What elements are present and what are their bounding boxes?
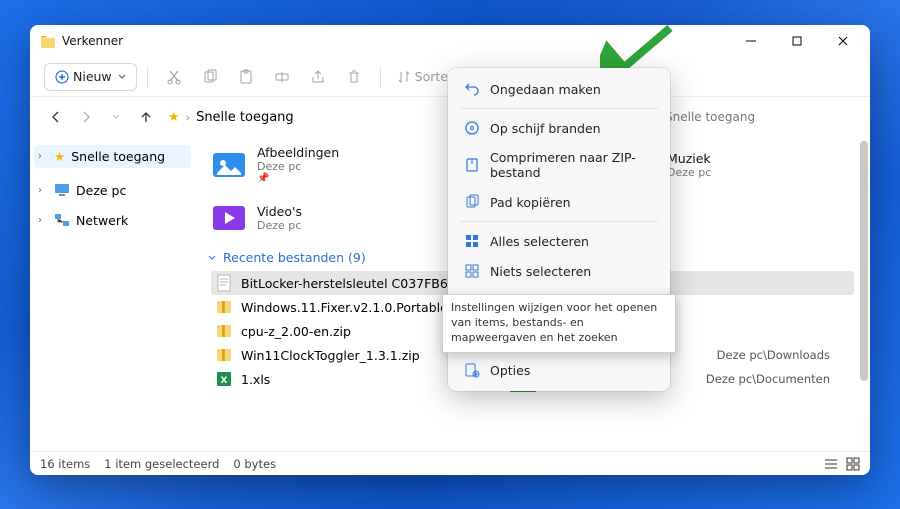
ctx-label: Opties: [490, 363, 530, 378]
context-menu: Ongedaan maken Op schijf branden Comprim…: [448, 68, 670, 391]
separator: [147, 67, 148, 87]
back-button[interactable]: [44, 105, 68, 129]
excel-file-icon: X: [215, 370, 233, 388]
status-selected: 1 item geselecteerd: [104, 457, 219, 471]
pin-icon: 📌: [257, 173, 339, 184]
pictures-folder-icon: [211, 147, 247, 183]
svg-text:X: X: [221, 376, 228, 386]
ctx-burn[interactable]: Op schijf branden: [454, 113, 664, 143]
ctx-label: Ongedaan maken: [490, 82, 601, 97]
zip-file-icon: [215, 298, 233, 316]
tooltip: Instellingen wijzigen voor het openen va…: [442, 294, 676, 353]
ctx-copy-path[interactable]: Pad kopiëren: [454, 187, 664, 217]
recent-button[interactable]: [104, 105, 128, 129]
folder-tile[interactable]: Afbeeldingen Deze pc 📌: [211, 145, 391, 184]
titlebar: Verkenner: [30, 25, 870, 57]
folder-name: Afbeeldingen: [257, 145, 339, 160]
folder-sub: Deze pc: [257, 160, 339, 173]
forward-button[interactable]: [74, 105, 98, 129]
close-button[interactable]: [820, 25, 866, 57]
star-icon: ★: [54, 149, 65, 164]
tiles-view-icon[interactable]: [846, 457, 860, 471]
ctx-label: Op schijf branden: [490, 121, 601, 136]
scrollbar[interactable]: [858, 137, 868, 451]
chevron-down-icon: [207, 253, 217, 263]
select-none-icon: [464, 263, 480, 279]
file-name: cpu-z_2.00-en.zip: [241, 324, 351, 339]
ctx-label: Niets selecteren: [490, 264, 591, 279]
folder-name: Video's: [257, 204, 302, 219]
sidebar-item-label: Deze pc: [76, 183, 126, 198]
chevron-right-icon[interactable]: ›: [38, 215, 42, 226]
sidebar-item-quick-access[interactable]: › ★ Snelle toegang: [34, 145, 191, 168]
tooltip-text: Instellingen wijzigen voor het openen va…: [451, 301, 657, 344]
status-size: 0 bytes: [233, 457, 276, 471]
chevron-right-icon[interactable]: ›: [38, 185, 42, 196]
chevron-right-icon[interactable]: ›: [38, 151, 42, 162]
options-icon: [464, 362, 480, 378]
text-file-icon: [215, 274, 233, 292]
zip-file-icon: [215, 346, 233, 364]
file-name: 1.xls: [241, 372, 270, 387]
folder-tile[interactable]: Video's Deze pc: [211, 200, 391, 236]
separator: [460, 221, 658, 222]
minimize-button[interactable]: [728, 25, 774, 57]
zip-file-icon: [215, 322, 233, 340]
copy-button[interactable]: [194, 63, 226, 91]
undo-icon: [464, 81, 480, 97]
folder-name: Muziek: [667, 151, 711, 166]
sidebar-item-label: Snelle toegang: [71, 149, 165, 164]
explorer-icon: [40, 33, 56, 49]
separator: [460, 108, 658, 109]
network-icon: [54, 212, 70, 228]
rename-button[interactable]: [266, 63, 298, 91]
sidebar-item-label: Netwerk: [76, 213, 128, 228]
zip-icon: [464, 157, 480, 173]
search-input[interactable]: Snelle toegang: [656, 106, 856, 128]
search-placeholder: Snelle toegang: [665, 110, 755, 124]
scroll-thumb[interactable]: [860, 141, 868, 381]
up-button[interactable]: [134, 105, 158, 129]
ctx-undo[interactable]: Ongedaan maken: [454, 74, 664, 104]
maximize-button[interactable]: [774, 25, 820, 57]
sidebar-item-network[interactable]: › Netwerk: [34, 208, 191, 232]
chevron-down-icon: [118, 73, 126, 81]
breadcrumb-item[interactable]: Snelle toegang: [196, 110, 294, 125]
folder-sub: Deze pc: [667, 166, 711, 179]
sidebar: › ★ Snelle toegang › Deze pc › Netwerk: [30, 137, 195, 451]
statusbar: 16 items 1 item geselecteerd 0 bytes: [30, 451, 870, 475]
ctx-select-none[interactable]: Niets selecteren: [454, 256, 664, 286]
file-location: Deze pc\Downloads: [717, 348, 850, 362]
ctx-label: Alles selecteren: [490, 234, 589, 249]
folder-sub: Deze pc: [257, 219, 302, 232]
file-name: Win11ClockToggler_1.3.1.zip: [241, 348, 420, 363]
copy-path-icon: [464, 194, 480, 210]
details-view-icon[interactable]: [824, 457, 838, 471]
new-label: Nieuw: [73, 69, 112, 84]
ctx-options[interactable]: Opties: [454, 355, 664, 385]
select-all-icon: [464, 233, 480, 249]
disc-icon: [464, 120, 480, 136]
separator: [380, 67, 381, 87]
ctx-select-all[interactable]: Alles selecteren: [454, 226, 664, 256]
window-title: Verkenner: [62, 34, 123, 48]
delete-button[interactable]: [338, 63, 370, 91]
section-title: Recente bestanden (9): [223, 250, 366, 265]
cut-button[interactable]: [158, 63, 190, 91]
file-location: Deze pc\Documenten: [706, 372, 850, 386]
paste-button[interactable]: [230, 63, 262, 91]
share-button[interactable]: [302, 63, 334, 91]
sidebar-item-this-pc[interactable]: › Deze pc: [34, 178, 191, 202]
ctx-label: Pad kopiëren: [490, 195, 571, 210]
ctx-label: Comprimeren naar ZIP-bestand: [490, 150, 654, 180]
new-button[interactable]: Nieuw: [44, 63, 137, 91]
star-icon: ★: [168, 110, 180, 125]
videos-folder-icon: [211, 200, 247, 236]
file-name: Windows.11.Fixer.v2.1.0.Portable: [241, 300, 448, 315]
breadcrumb[interactable]: ★ › Snelle toegang: [168, 110, 294, 125]
chevron-right-icon: ›: [186, 111, 190, 124]
status-items: 16 items: [40, 457, 90, 471]
ctx-zip[interactable]: Comprimeren naar ZIP-bestand: [454, 143, 664, 187]
monitor-icon: [54, 182, 70, 198]
